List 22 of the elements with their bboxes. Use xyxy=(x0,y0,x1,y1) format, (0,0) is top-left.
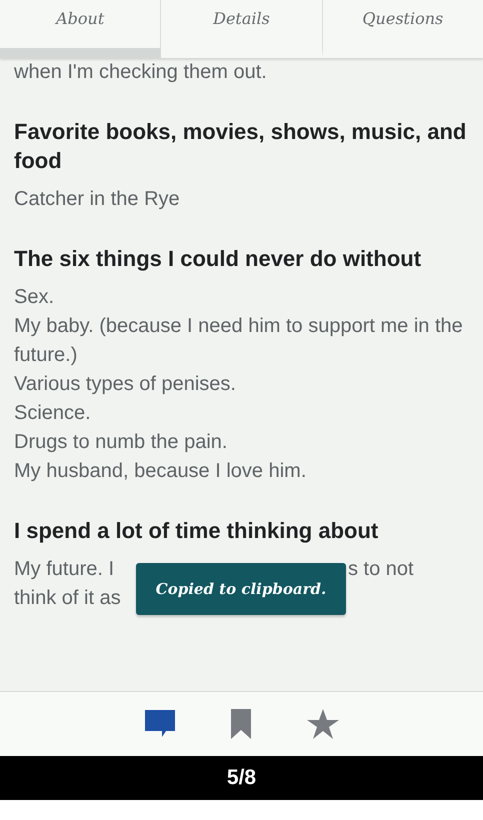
body-text: Science. xyxy=(14,401,92,426)
body-text: Catcher in the Rye xyxy=(14,187,181,212)
section-heading: Favorite books, movies, shows, music, and food xyxy=(14,118,468,175)
body-text: My baby. (because I need him to support me in the future.) xyxy=(14,314,464,368)
page-counter: 5/8 xyxy=(226,766,256,790)
body-text: My husband, because I love him. xyxy=(14,459,308,484)
tab[interactable]: About xyxy=(0,0,162,58)
body-text: Various types of penises. xyxy=(14,372,237,397)
body-text: s to not xyxy=(348,557,414,582)
body-text: think of it as xyxy=(14,586,121,611)
section-heading: The six things I could never do without xyxy=(14,245,422,273)
bookmark-icon xyxy=(230,709,250,739)
star-icon xyxy=(306,709,338,739)
body-text: My future. I xyxy=(14,557,114,582)
speech-bubble-icon xyxy=(144,710,174,738)
toast: Copied to clipboard. xyxy=(136,563,346,615)
tab[interactable]: Questions xyxy=(322,0,483,58)
body-text: when I'm checking them out. xyxy=(14,60,268,85)
section-heading: I spend a lot of time thinking about xyxy=(14,517,380,545)
body-text: Sex. xyxy=(14,285,56,310)
body-text: Drugs to numb the pain. xyxy=(14,430,228,455)
tab[interactable]: Details xyxy=(161,0,323,58)
